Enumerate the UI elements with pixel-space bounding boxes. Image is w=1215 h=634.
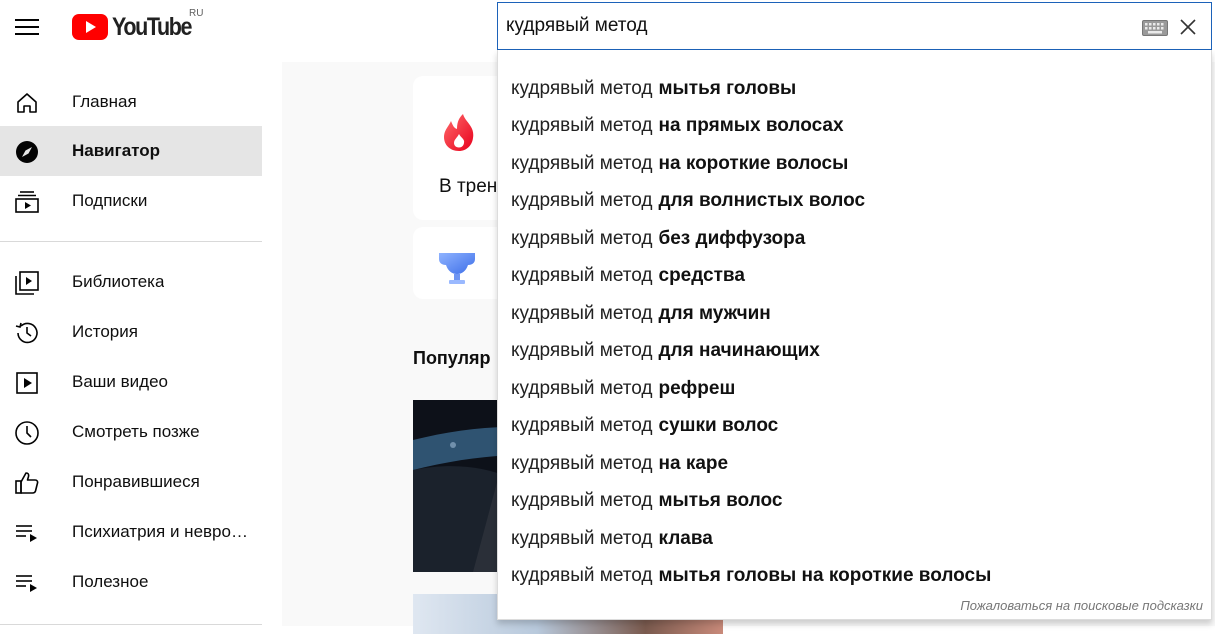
suggestion-prefix: кудрявый метод <box>511 264 653 286</box>
suggestion-prefix: кудрявый метод <box>511 77 653 99</box>
suggestion-prefix: кудрявый метод <box>511 414 653 436</box>
sidebar-item-library[interactable]: Библиотека <box>0 257 262 307</box>
suggestion-prefix: кудрявый метод <box>511 114 653 136</box>
like-icon <box>15 472 39 494</box>
suggestion-completion: на короткие волосы <box>658 152 849 174</box>
report-suggestions-link[interactable]: Пожаловаться на поисковые подсказки <box>960 598 1203 613</box>
suggestion-prefix: кудрявый метод <box>511 452 653 474</box>
trending-fire-icon <box>444 114 474 151</box>
suggestion-prefix: кудрявый метод <box>511 152 653 174</box>
suggestion-item[interactable]: кудрявый метод мытья головы <box>498 70 1211 107</box>
sidebar-item-label: Библиотека <box>72 272 165 291</box>
sidebar-item-label: Полезное <box>72 572 149 591</box>
clear-search-icon[interactable] <box>1178 17 1198 37</box>
playlist-icon <box>16 525 37 542</box>
suggestion-completion: средства <box>658 264 745 286</box>
suggestion-item[interactable]: кудрявый метод на короткие волосы <box>498 145 1211 182</box>
keyboard-icon[interactable] <box>1142 20 1168 36</box>
subscriptions-icon <box>15 191 39 213</box>
sidebar-item-label: Понравившиеся <box>72 472 200 491</box>
sidebar: Главная Навигатор Подписки Библиотека Ис… <box>0 56 262 626</box>
suggestion-completion: рефреш <box>658 377 736 399</box>
sidebar-item-watch-later[interactable]: Смотреть позже <box>0 407 262 457</box>
suggestion-completion: мытья головы <box>658 77 797 99</box>
sidebar-item-liked[interactable]: Понравившиеся <box>0 457 262 507</box>
suggestion-item[interactable]: кудрявый метод для волнистых волос <box>498 182 1211 219</box>
suggestion-prefix: кудрявый метод <box>511 489 653 511</box>
section-title: Популяр <box>413 348 491 368</box>
suggestion-prefix: кудрявый метод <box>511 527 653 549</box>
sidebar-divider <box>0 624 262 625</box>
suggestion-item[interactable]: кудрявый метод мытья волос <box>498 482 1211 519</box>
hamburger-menu-icon[interactable] <box>14 14 40 40</box>
library-icon <box>15 271 39 295</box>
sidebar-item-explore[interactable]: Навигатор <box>0 126 262 176</box>
suggestion-item[interactable]: кудрявый метод сушки волос <box>498 407 1211 444</box>
youtube-logo[interactable]: YouTube <box>72 12 204 42</box>
top-bar: YouTube RU <box>0 0 1215 56</box>
suggestion-completion: сушки волос <box>658 414 779 436</box>
logo-text: YouTube <box>112 12 193 41</box>
sidebar-item-label: Подписки <box>72 191 148 210</box>
suggestion-completion: для мужчин <box>658 302 771 324</box>
suggestion-completion: мытья волос <box>658 489 783 511</box>
suggestion-item[interactable]: кудрявый метод клава <box>498 520 1211 557</box>
suggestion-completion: на каре <box>658 452 729 474</box>
compass-icon <box>16 141 38 163</box>
suggestion-item[interactable]: кудрявый метод средства <box>498 257 1211 294</box>
sidebar-item-playlist-psychiatry[interactable]: Психиатрия и невро… <box>0 507 262 557</box>
sidebar-item-label: История <box>72 322 138 341</box>
suggestion-completion: на прямых волосах <box>658 114 844 136</box>
sidebar-item-label: Главная <box>72 92 137 111</box>
sidebar-divider <box>0 241 262 242</box>
sidebar-item-label: Навигатор <box>72 141 161 160</box>
sidebar-item-label: Психиатрия и невро… <box>72 522 248 541</box>
suggestion-item[interactable]: кудрявый метод рефреш <box>498 370 1211 407</box>
suggestion-prefix: кудрявый метод <box>511 302 653 324</box>
sidebar-item-subscriptions[interactable]: Подписки <box>0 176 262 226</box>
suggestion-completion: для начинающих <box>658 339 820 361</box>
your-videos-icon <box>16 372 38 394</box>
suggestion-completion: клава <box>658 527 713 549</box>
suggestion-item[interactable]: кудрявый метод без диффузора <box>498 220 1211 257</box>
suggestion-completion: для волнистых волос <box>658 189 866 211</box>
search-box[interactable] <box>497 2 1212 50</box>
sidebar-item-home[interactable]: Главная <box>0 77 262 127</box>
sidebar-item-your-videos[interactable]: Ваши видео <box>0 357 262 407</box>
suggestion-prefix: кудрявый метод <box>511 227 653 249</box>
sidebar-item-label: Смотреть позже <box>72 422 200 441</box>
suggestion-item[interactable]: кудрявый метод на прямых волосах <box>498 107 1211 144</box>
suggestion-prefix: кудрявый метод <box>511 189 653 211</box>
suggestion-item[interactable]: кудрявый метод для мужчин <box>498 295 1211 332</box>
suggestion-completion: мытья головы на короткие волосы <box>658 564 992 586</box>
history-icon <box>15 322 38 344</box>
trending-label: В трен <box>439 176 498 197</box>
suggestion-prefix: кудрявый метод <box>511 339 653 361</box>
suggestion-item[interactable]: кудрявый метод для начинающих <box>498 332 1211 369</box>
search-input[interactable] <box>506 13 1106 39</box>
trophy-icon <box>439 253 475 284</box>
sidebar-item-history[interactable]: История <box>0 307 262 357</box>
youtube-play-icon <box>72 14 108 40</box>
playlist-icon <box>16 575 37 592</box>
region-code: RU <box>189 8 204 19</box>
suggestion-item[interactable]: кудрявый метод мытья головы на короткие в… <box>498 557 1211 594</box>
search-suggestions-dropdown: кудрявый метод мытья головы кудрявый мето… <box>497 50 1212 620</box>
suggestion-prefix: кудрявый метод <box>511 564 653 586</box>
watch-later-icon <box>15 421 39 445</box>
sidebar-item-label: Ваши видео <box>72 372 169 391</box>
suggestion-item[interactable]: кудрявый метод на каре <box>498 445 1211 482</box>
suggestion-prefix: кудрявый метод <box>511 377 653 399</box>
home-icon <box>17 93 37 113</box>
sidebar-item-playlist-useful[interactable]: Полезное <box>0 557 262 607</box>
suggestion-completion: без диффузора <box>658 227 806 249</box>
